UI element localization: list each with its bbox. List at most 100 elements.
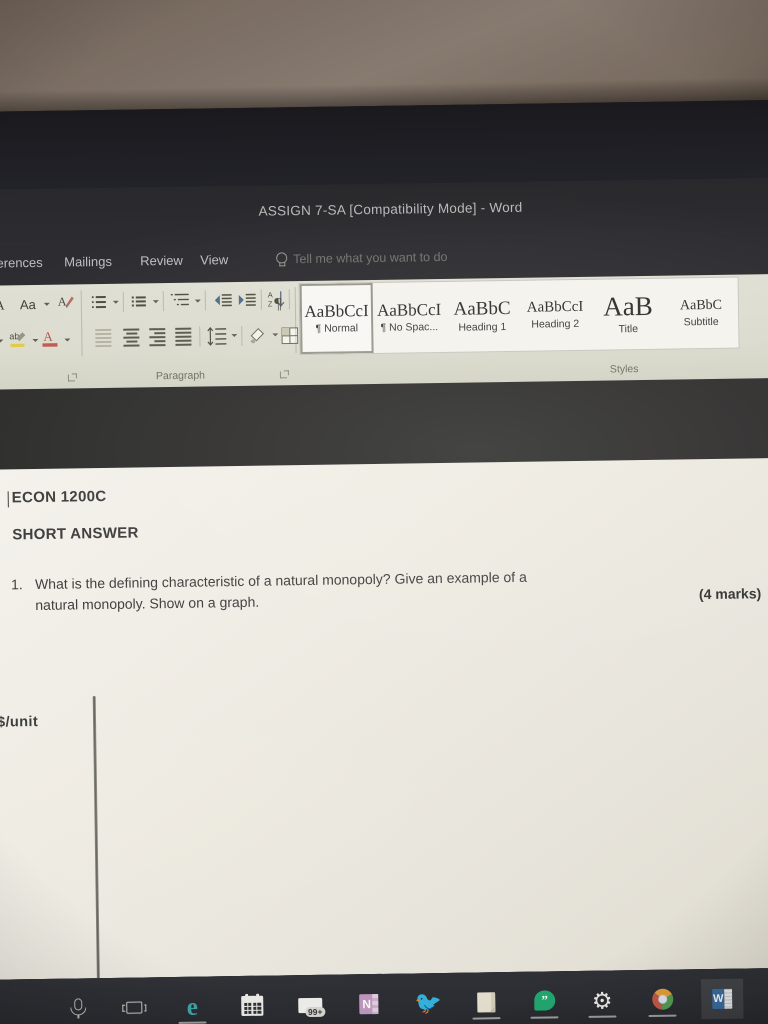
multilevel-list-icon: [170, 293, 189, 305]
tab-references[interactable]: References: [0, 255, 43, 271]
justify-button[interactable]: [171, 325, 195, 349]
style-normal[interactable]: AaBbCcI ¶ Normal: [299, 282, 374, 355]
shading-button[interactable]: [246, 324, 268, 348]
style-label: ¶ No Spac...: [380, 321, 439, 334]
change-case-button[interactable]: Aa: [15, 295, 41, 313]
text-cursor: [7, 491, 10, 508]
question-number: 1.: [10, 576, 23, 593]
task-view-icon: [121, 994, 147, 1020]
section-heading: SHORT ANSWER: [12, 524, 139, 544]
font-color-caret-icon[interactable]: [61, 334, 71, 344]
increase-indent-button[interactable]: [235, 290, 257, 310]
shading-icon: [250, 327, 265, 344]
word-icon: W: [709, 986, 735, 1012]
marks-label: (4 marks): [698, 585, 762, 603]
line-spacing-caret-icon[interactable]: [228, 331, 237, 340]
style-preview: AaB: [602, 290, 653, 322]
active-indicator: [472, 1017, 501, 1020]
y-axis-label: $/unit: [0, 713, 39, 731]
taskbar-item-chrome[interactable]: [641, 979, 684, 1020]
tab-mailings[interactable]: Mailings: [64, 254, 112, 270]
tell-me-search[interactable]: Tell me what you want to do: [275, 250, 447, 267]
style-subtitle[interactable]: AaBbC Subtitle: [665, 278, 739, 349]
edge-icon: e: [186, 993, 199, 1021]
font-color-button[interactable]: A: [39, 327, 61, 351]
window-title: ASSIGN 7-SA [Compatibility Mode] - Word: [258, 199, 523, 219]
change-case-caret-icon[interactable]: [41, 299, 51, 309]
decrease-indent-button[interactable]: [211, 290, 233, 310]
laptop: ASSIGN 7-SA [Compatibility Mode] - Word …: [0, 99, 768, 1024]
line-spacing-button[interactable]: [205, 324, 227, 348]
active-indicator: [648, 1014, 677, 1017]
taskbar-item-settings[interactable]: ⚙: [581, 980, 624, 1021]
show-formatting-marks-button[interactable]: ¶: [269, 294, 287, 314]
style-preview: AaBbCcI: [304, 301, 369, 322]
taskbar-item-mail[interactable]: 99+: [289, 985, 332, 1024]
style-preview: AaBbCcI: [376, 299, 442, 320]
mail-icon: 99+: [297, 992, 326, 1018]
ribbon: A A Aa A: [0, 273, 768, 390]
align-left-button[interactable]: [91, 326, 115, 350]
y-axis-line[interactable]: [92, 696, 101, 980]
increase-indent-icon: [238, 293, 256, 306]
laptop-photo: ASSIGN 7-SA [Compatibility Mode] - Word …: [0, 0, 768, 1024]
multilevel-list-button[interactable]: [169, 291, 191, 311]
highlight-caret-icon[interactable]: [29, 335, 39, 345]
style-label: Title: [618, 323, 639, 336]
text-highlight-button[interactable]: ab: [7, 327, 29, 351]
taskbar-item-hangouts[interactable]: ”: [523, 981, 566, 1022]
text-effects-caret-icon[interactable]: [0, 335, 4, 345]
taskbar-item-sticky-notes[interactable]: [465, 982, 508, 1023]
align-center-icon: [123, 328, 140, 347]
svg-text:A: A: [43, 329, 53, 344]
calendar-icon: [239, 993, 265, 1019]
style-title[interactable]: AaB Title: [592, 279, 666, 350]
multilevel-caret-icon[interactable]: [192, 297, 201, 306]
font-dialog-launcher[interactable]: [68, 373, 77, 382]
twitter-icon: 🐦: [414, 990, 443, 1016]
onenote-icon: N: [355, 991, 381, 1017]
decrease-indent-icon: [214, 294, 232, 307]
taskbar-item-microphone[interactable]: [57, 988, 100, 1024]
lightbulb-icon: [275, 252, 286, 266]
active-indicator: [588, 1015, 617, 1018]
clear-formatting-icon: A: [58, 295, 74, 309]
chrome-icon: [649, 987, 675, 1013]
taskbar-item-calendar[interactable]: [231, 986, 274, 1024]
align-right-button[interactable]: [145, 325, 169, 349]
taskbar-item-word[interactable]: W: [700, 978, 744, 1020]
ribbon-group-font: A A Aa A: [0, 284, 82, 390]
bullets-icon: [91, 296, 106, 309]
style-label: Subtitle: [683, 315, 719, 328]
bullets-button[interactable]: [89, 292, 109, 312]
tab-view[interactable]: View: [200, 252, 228, 267]
shrink-font-button[interactable]: A: [0, 294, 9, 314]
question-line-1: What is the defining characteristic of a…: [34, 568, 527, 593]
line-spacing-icon: [207, 326, 227, 346]
clear-formatting-button[interactable]: A: [57, 292, 77, 312]
numbering-button[interactable]: [129, 291, 149, 311]
style-preview: AaBbCcI: [526, 298, 584, 316]
taskbar-item-task-view[interactable]: [113, 987, 156, 1024]
style-label: Heading 1: [458, 321, 507, 334]
ribbon-group-paragraph: A Z Paragraph: [83, 281, 310, 388]
style-label: ¶ Normal: [315, 322, 359, 335]
align-center-button[interactable]: [119, 325, 143, 349]
taskbar-item-twitter[interactable]: 🐦: [407, 983, 450, 1024]
bullets-caret-icon[interactable]: [110, 298, 119, 307]
tab-review[interactable]: Review: [140, 253, 183, 269]
justify-icon: [175, 327, 192, 346]
taskbar-item-onenote[interactable]: N: [347, 984, 390, 1024]
document-page[interactable]: ECON 1200C SHORT ANSWER 1. What is the d…: [0, 457, 768, 980]
styles-gallery: AaBbCcI ¶ Normal AaBbCcI ¶ No Spac... Aa…: [298, 276, 740, 356]
settings-gear-icon: ⚙: [591, 987, 613, 1014]
shading-caret-icon[interactable]: [269, 330, 278, 339]
taskbar-item-edge[interactable]: e: [171, 986, 214, 1024]
paragraph-dialog-launcher[interactable]: [280, 370, 289, 379]
sticky-notes-icon: [473, 989, 499, 1015]
style-heading-1[interactable]: AaBbC Heading 1: [446, 281, 520, 352]
style-no-spacing[interactable]: AaBbCcI ¶ No Spac...: [373, 282, 447, 353]
style-heading-2[interactable]: AaBbCcI Heading 2: [519, 280, 593, 351]
numbering-caret-icon[interactable]: [150, 297, 159, 306]
course-code-heading: ECON 1200C: [11, 487, 107, 507]
